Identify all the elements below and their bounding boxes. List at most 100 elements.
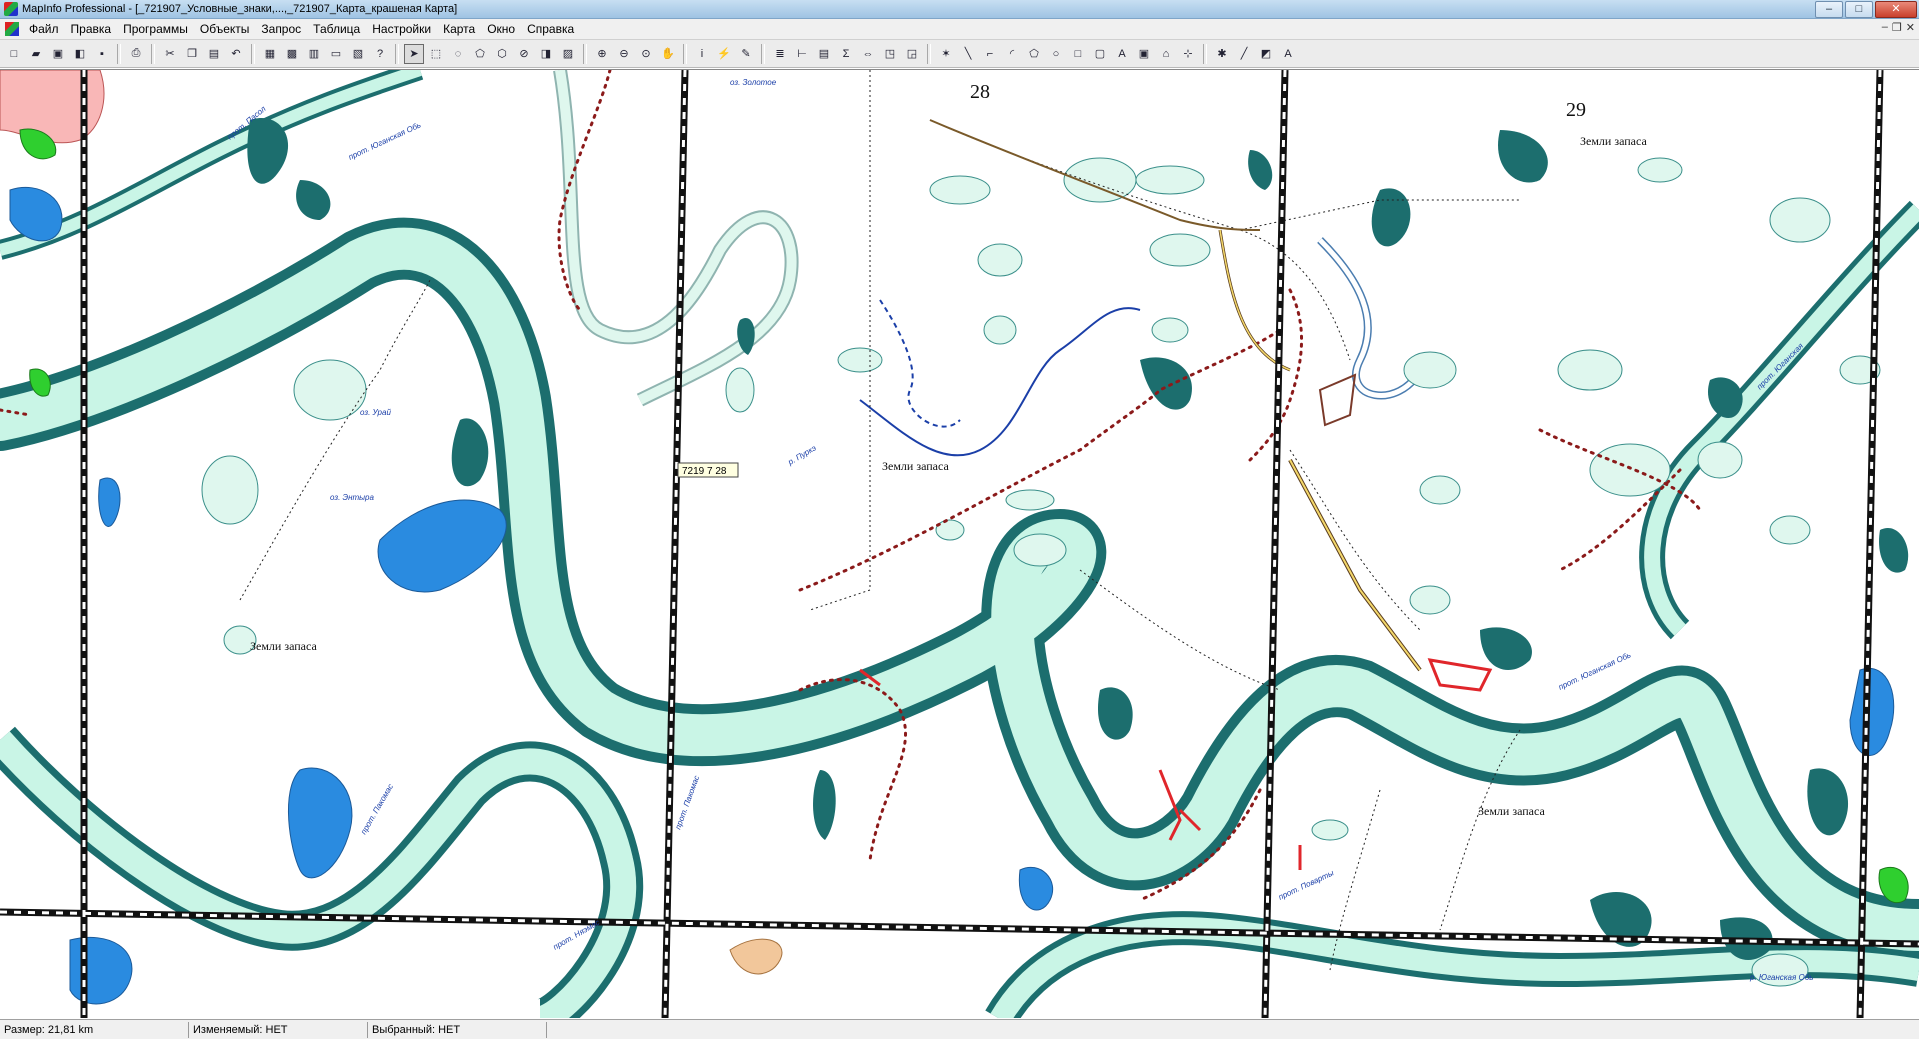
title-bar[interactable]: MapInfo Professional - [_721907_Условные… [0,0,1919,19]
boundary-select-icon: ⬡ [497,48,507,60]
drag-map-button[interactable]: ⇔ [858,44,878,64]
paste-button[interactable]: ▤ [204,44,224,64]
info-tool-icon: i [700,47,704,60]
new-grapher-button[interactable]: ▥ [304,44,324,64]
new-mapper-button[interactable]: ▩ [282,44,302,64]
info-tool-button[interactable]: i [692,44,712,64]
line-style-button[interactable]: ╱ [1234,44,1254,64]
unselect-button[interactable]: ⊘ [514,44,534,64]
new-browser-button[interactable]: ▦ [260,44,280,64]
grabber-hand-button[interactable]: ✋ [658,44,678,64]
zoom-out-button[interactable]: ⊖ [614,44,634,64]
reshape-button[interactable]: ⌂ [1156,44,1176,64]
polygon-select-icon: ⬠ [475,48,485,60]
menu-help[interactable]: Справка [521,22,580,36]
invert-selection-icon: ◨ [540,48,552,60]
toolbar-separator [761,43,765,64]
ellipse-tool-button[interactable]: ○ [1046,44,1066,64]
cut-button[interactable]: ✂ [160,44,180,64]
menu-tools[interactable]: Программы [117,22,194,36]
polygon-tool-button[interactable]: ⬠ [1024,44,1044,64]
menu-window[interactable]: Окно [481,22,521,36]
menu-table[interactable]: Таблица [307,22,366,36]
hotlink-button[interactable]: ⚡ [714,44,734,64]
graph-select-button[interactable]: ▨ [558,44,578,64]
menu-objects[interactable]: Объекты [194,22,256,36]
toolbar-separator [117,43,121,64]
redistrict-icon: ▧ [352,48,364,60]
symbol-style-button[interactable]: ✱ [1212,44,1232,64]
radius-select-button[interactable]: ◌ [448,44,468,64]
ruler-icon: ⊢ [797,48,807,60]
open-workspace-icon: ▣ [52,48,64,60]
text-style-button[interactable]: A [1278,44,1298,64]
new-browser-icon: ▦ [264,48,276,60]
label-tool-icon: ✎ [741,48,751,60]
legend-button[interactable]: ▤ [814,44,834,64]
invert-selection-button[interactable]: ◨ [536,44,556,64]
copy-button[interactable]: ❐ [182,44,202,64]
marquee-select-button[interactable]: ⬚ [426,44,446,64]
clip-region-button[interactable]: ◳ [880,44,900,64]
redistrict-button[interactable]: ▧ [348,44,368,64]
status-selected[interactable]: Выбранный: НЕТ [368,1021,547,1038]
help-pointer-button[interactable]: ? [370,44,390,64]
menu-file[interactable]: Файл [23,22,65,36]
menu-query[interactable]: Запрос [255,22,307,36]
change-view-button[interactable]: ⊙ [636,44,656,64]
set-target-button[interactable]: ◲ [902,44,922,64]
print-button[interactable]: ⎙ [126,44,146,64]
maximize-button[interactable]: □ [1845,1,1873,18]
rectangle-tool-button[interactable]: □ [1068,44,1088,64]
status-size[interactable]: Размер: 21,81 km [0,1021,189,1038]
toolbar-separator [1203,43,1207,64]
menu-options[interactable]: Настройки [366,22,437,36]
document-icon[interactable] [5,22,19,36]
hydro-label: оз. Золотое [730,78,777,87]
rectangle-tool-icon: □ [1074,47,1082,60]
frame-tool-icon: ▣ [1138,48,1150,60]
minimize-button[interactable]: – [1815,1,1843,18]
open-workspace-button[interactable]: ▣ [48,44,68,64]
map-window[interactable]: Земли запаса Земли запаса Земли запаса З… [0,69,1919,1018]
statistics-button[interactable]: Σ [836,44,856,64]
line-tool-button[interactable]: ╲ [958,44,978,64]
mapinfo-app-icon[interactable] [4,2,18,16]
status-editable[interactable]: Изменяемый: НЕТ [189,1021,368,1038]
document-minimize-button[interactable]: – [1882,21,1888,34]
document-restore-button[interactable]: ❐ [1892,21,1902,34]
new-layout-button[interactable]: ▭ [326,44,346,64]
document-close-button[interactable]: ✕ [1906,21,1915,34]
zoom-in-button[interactable]: ⊕ [592,44,612,64]
save-icon: ▪ [100,47,104,60]
frame-tool-button[interactable]: ▣ [1134,44,1154,64]
polygon-select-button[interactable]: ⬠ [470,44,490,64]
save-button[interactable]: ▪ [92,44,112,64]
ruler-button[interactable]: ⊢ [792,44,812,64]
label-tool-button[interactable]: ✎ [736,44,756,64]
close-button[interactable]: ✕ [1875,1,1917,18]
symbol-tool-button[interactable]: ✶ [936,44,956,64]
arc-tool-icon: ◜ [1009,48,1015,60]
print-icon: ⎙ [131,47,141,59]
clip-region-icon: ◳ [884,48,896,60]
region-style-button[interactable]: ◩ [1256,44,1276,64]
map-canvas[interactable]: Земли запаса Земли запаса Земли запаса З… [0,70,1919,1018]
undo-button[interactable]: ↶ [226,44,246,64]
open-folder-button[interactable]: ▰ [26,44,46,64]
map-tooltip: 7219 7 28 [677,462,739,478]
open-dbms-button[interactable]: ◧ [70,44,90,64]
boundary-select-button[interactable]: ⬡ [492,44,512,64]
layer-control-button[interactable]: ≣ [770,44,790,64]
arc-tool-button[interactable]: ◜ [1002,44,1022,64]
add-node-button[interactable]: ⊹ [1178,44,1198,64]
select-arrow-button[interactable]: ➤ [404,43,424,64]
hydro-label: р. Юганская Обь [1749,973,1813,982]
new-document-button[interactable]: □ [4,44,24,64]
document-controls: – ❐ ✕ [1882,21,1915,34]
menu-map[interactable]: Карта [437,22,481,36]
polyline-tool-button[interactable]: ⌐ [980,44,1000,64]
rounded-rect-tool-button[interactable]: ▢ [1090,44,1110,64]
text-tool-button[interactable]: A [1112,44,1132,64]
menu-edit[interactable]: Правка [65,22,118,36]
